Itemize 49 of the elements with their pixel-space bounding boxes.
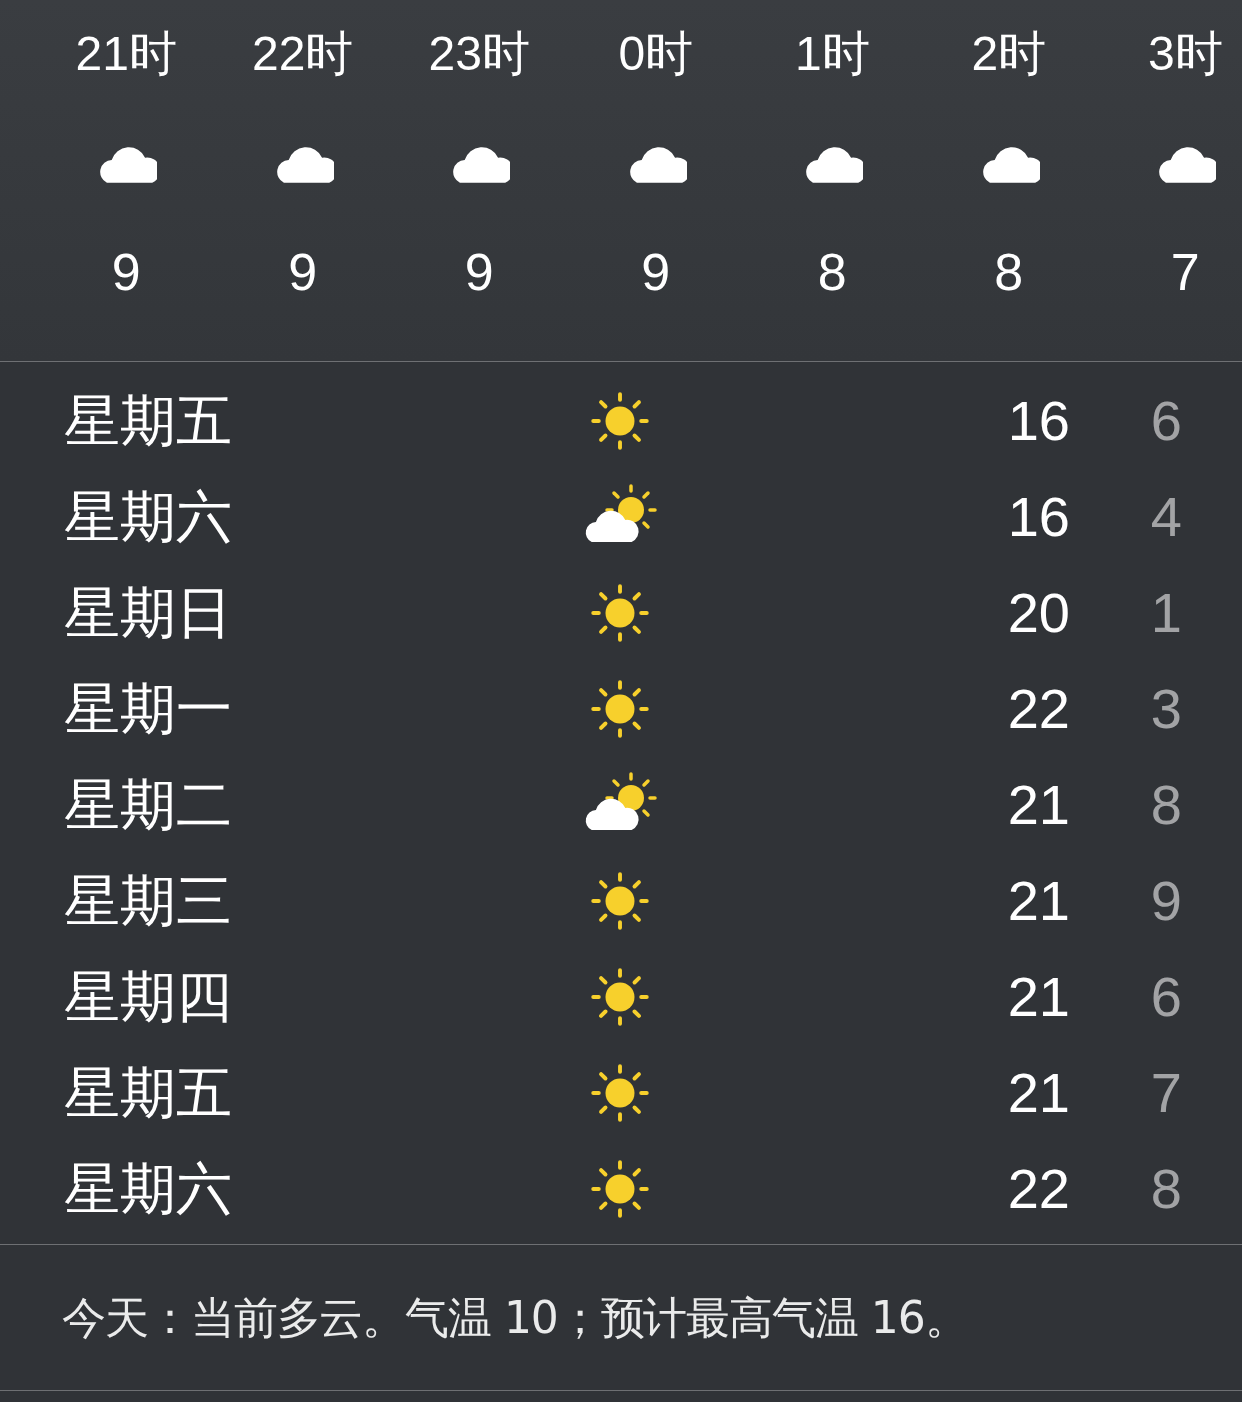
low-temperature: 9	[1149, 873, 1182, 929]
high-temperature: 21	[1006, 1065, 1070, 1121]
high-temperature: 20	[1006, 585, 1070, 641]
hour-temperature: 8	[817, 246, 847, 298]
sun-icon	[591, 872, 649, 930]
high-temperature: 22	[1006, 1161, 1070, 1217]
hour-temperature: 9	[288, 246, 318, 298]
sun-icon	[591, 680, 649, 738]
hour-label: 21时	[75, 30, 177, 80]
low-temperature: 6	[1149, 969, 1182, 1025]
sun-icon	[591, 584, 649, 642]
forecast-summary: 今天：当前多云。气温 10；预计最高气温 16。	[62, 1290, 968, 1345]
hour-label: 1时	[794, 30, 870, 80]
day-name: 星期五	[63, 393, 233, 449]
hour-label: 22时	[252, 30, 354, 80]
hour-temperature: 9	[641, 246, 671, 298]
day-name: 星期六	[63, 1161, 233, 1217]
high-temperature: 21	[1006, 777, 1070, 833]
low-temperature: 6	[1149, 393, 1182, 449]
hour-label: 0时	[618, 30, 694, 80]
high-temperature: 21	[1006, 873, 1070, 929]
hour-label: 2时	[971, 30, 1047, 80]
low-temperature: 4	[1149, 489, 1182, 545]
day-name: 星期二	[63, 777, 233, 833]
day-name: 星期一	[63, 681, 233, 737]
low-temperature: 3	[1149, 681, 1182, 737]
hour-label: 3时	[1147, 30, 1223, 80]
day-name: 星期四	[63, 969, 233, 1025]
high-temperature: 16	[1006, 393, 1070, 449]
hour-temperature: 8	[994, 246, 1024, 298]
high-temperature: 21	[1006, 969, 1070, 1025]
day-name: 星期五	[63, 1065, 233, 1121]
sun-icon	[591, 392, 649, 450]
day-name: 星期三	[63, 873, 233, 929]
sun-icon	[591, 968, 649, 1026]
hour-label: 23时	[428, 30, 530, 80]
low-temperature: 8	[1149, 777, 1182, 833]
hour-temperature: 9	[464, 246, 494, 298]
high-temperature: 22	[1006, 681, 1070, 737]
low-temperature: 7	[1149, 1065, 1182, 1121]
sun-icon	[591, 1160, 649, 1218]
high-temperature: 16	[1006, 489, 1070, 545]
day-name: 星期日	[63, 585, 233, 641]
hour-temperature: 9	[111, 246, 141, 298]
low-temperature: 1	[1149, 585, 1182, 641]
hour-temperature: 7	[1170, 246, 1200, 298]
low-temperature: 8	[1149, 1161, 1182, 1217]
sun-icon	[591, 1064, 649, 1122]
day-name: 星期六	[63, 489, 233, 545]
